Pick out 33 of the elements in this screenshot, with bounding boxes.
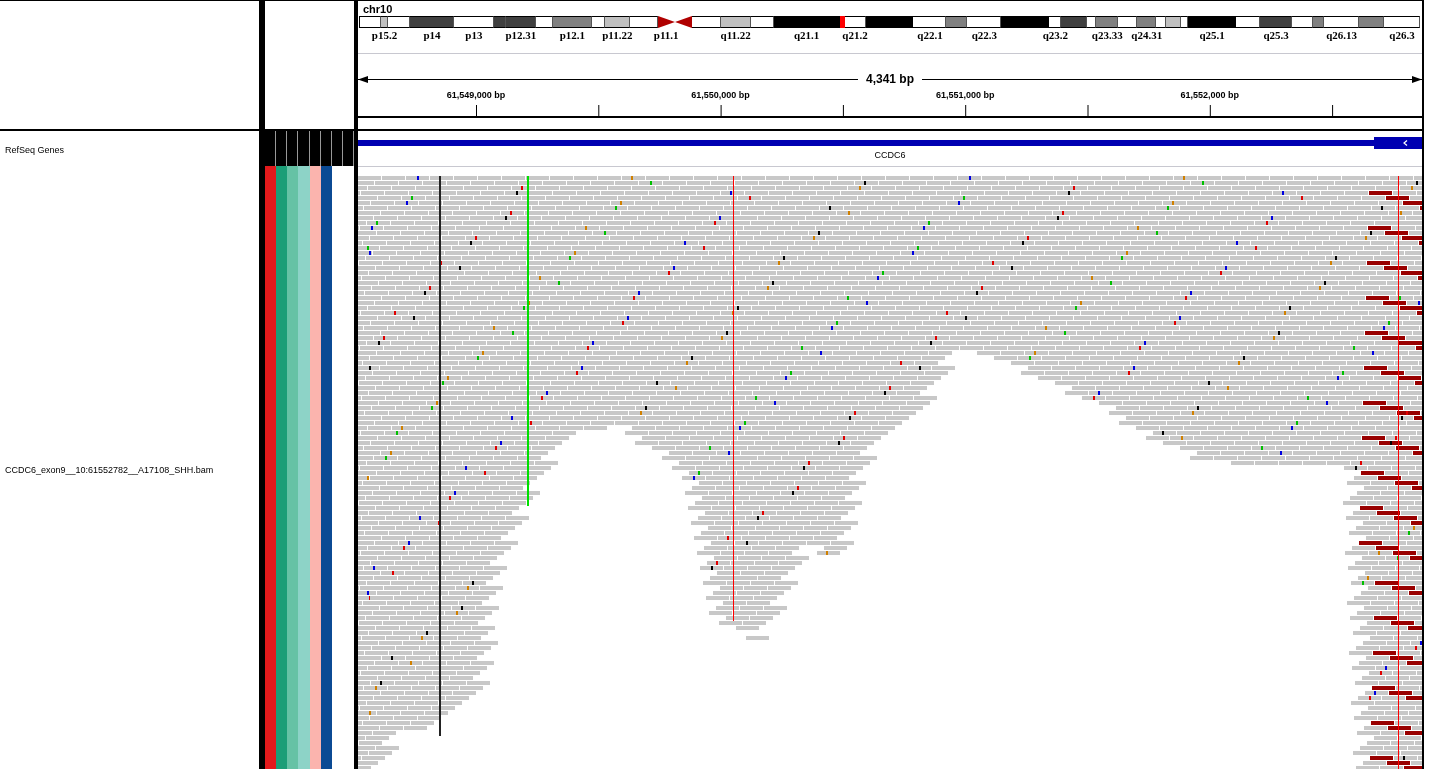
- band-label: q22.3: [971, 29, 998, 41]
- tick-label: 61,551,000 bp: [935, 90, 995, 100]
- band-label: p12.1: [559, 29, 585, 41]
- band-label: q24.31: [1131, 29, 1163, 41]
- band-label: p14: [423, 29, 441, 41]
- ideogram-band: [1359, 16, 1385, 28]
- band-label: q23.33: [1091, 29, 1123, 41]
- chromosome-label[interactable]: chr10: [363, 2, 393, 15]
- band-label: q11.22: [720, 29, 751, 41]
- band-label: p15.2: [371, 29, 398, 41]
- band-label: q25.1: [1199, 29, 1225, 41]
- gene-label: CCDC6: [874, 150, 906, 160]
- ideogram-band: [1384, 16, 1420, 28]
- tick-label: 61,552,000 bp: [1180, 90, 1240, 100]
- band-label: p11.1: [653, 29, 679, 41]
- band-label: q21.1: [793, 29, 820, 41]
- gene-feature[interactable]: [358, 137, 1422, 149]
- tick-label: 61,549,000 bp: [446, 90, 506, 100]
- band-label: q26.3: [1389, 29, 1415, 41]
- tick-label: 61,550,000 bp: [691, 90, 750, 100]
- band-label: q26.13: [1326, 29, 1357, 41]
- band-label: p11.22: [602, 29, 633, 41]
- ideogram-band: [720, 16, 751, 28]
- band-label: q22.1: [917, 29, 943, 41]
- track-name[interactable]: RefSeq Genes: [5, 145, 65, 155]
- ideogram-band: [1118, 16, 1138, 28]
- band-label: p13: [465, 29, 483, 41]
- span-length-label: 4,341 bp: [865, 72, 915, 86]
- band-label: q25.3: [1263, 29, 1289, 41]
- band-label: p12.31: [505, 29, 537, 41]
- band-label: q23.2: [1042, 29, 1069, 41]
- track-name[interactable]: CCDC6_exon9__10:61552782__A17108_SHH.bam: [5, 464, 214, 475]
- band-label: q21.2: [842, 29, 868, 41]
